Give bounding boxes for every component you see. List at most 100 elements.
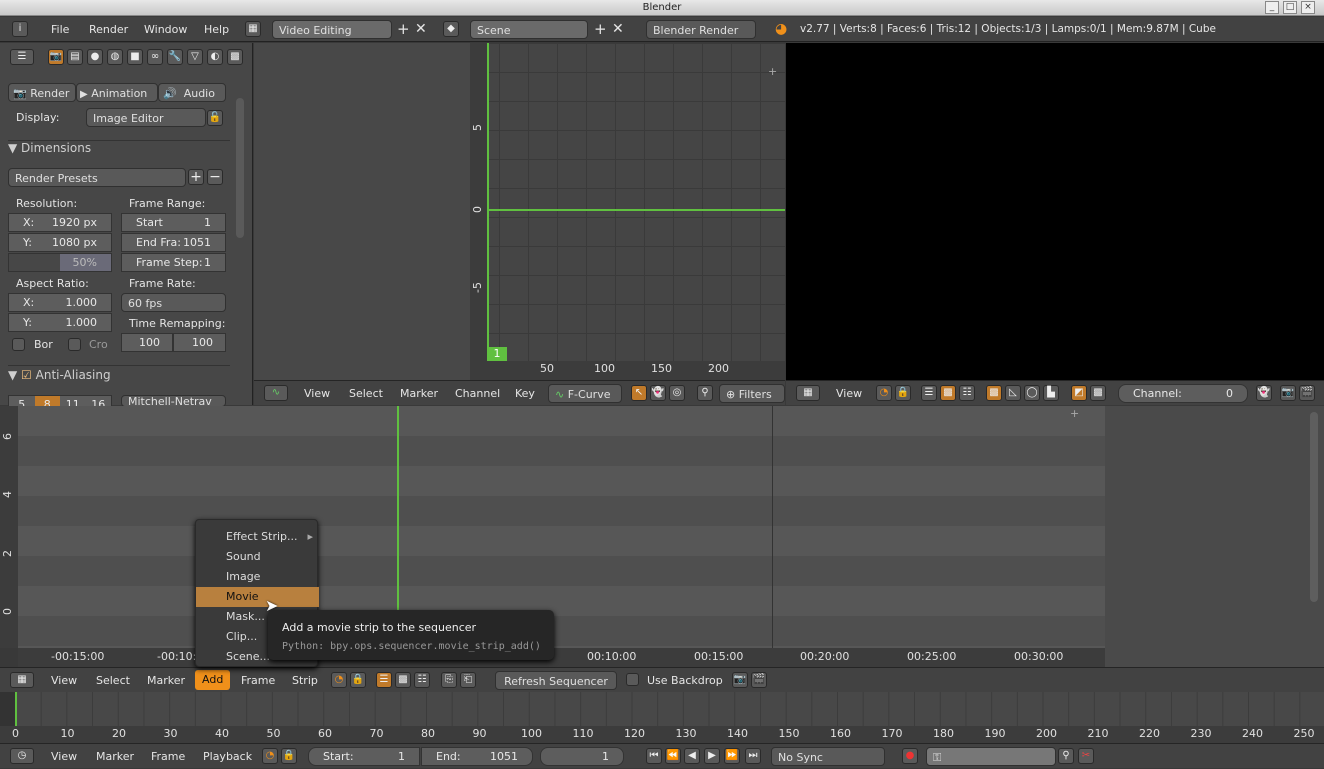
frame-step-field[interactable]: Frame Step: 1 [121,253,226,272]
render-still-icon[interactable]: 📷 [732,672,748,688]
only-errors-icon[interactable]: ◎ [669,385,685,401]
graph-region-expand-icon[interactable]: + [768,65,777,78]
seq-menu-marker[interactable]: Marker [147,668,185,693]
waveform-icon[interactable]: ◺ [1005,385,1021,401]
show-hidden-icon[interactable]: 👻 [650,385,666,401]
sequencer-right-scrollbar[interactable] [1310,412,1318,602]
sequencer-editor-type-icon[interactable]: ▦ [10,672,34,688]
aa-5[interactable]: 5 [9,396,35,406]
aa-8[interactable]: 8 [34,396,60,406]
record-icon[interactable]: ● [902,748,918,764]
graph-editor-canvas[interactable]: 5 0 -5 1 50 100 150 200 + [470,43,785,380]
start-frame-field[interactable]: Start: 1 [308,747,420,766]
render-presets-select[interactable]: Render Presets [8,168,186,187]
audio-button[interactable]: 🔊 Audio [158,83,226,102]
dimensions-panel-header[interactable]: ▼ Dimensions [8,140,230,155]
next-keyframe-icon[interactable]: ⏩ [724,748,740,764]
timeline-editor-type-icon[interactable]: ◷ [10,748,34,764]
delete-screen-button[interactable]: ✕ [415,17,427,42]
graph-mode-select[interactable]: ∿ F-Curve [548,384,622,403]
delete-keyframe-icon[interactable]: ✂ [1078,748,1094,764]
aspect-y-field[interactable]: Y: 1.000 [8,313,112,332]
safe-areas-icon[interactable]: ◩ [1071,385,1087,401]
graph-menu-key[interactable]: Key [515,381,535,406]
render-animation-icon[interactable]: 🎬 [1299,385,1315,401]
scene-selector[interactable]: Scene [470,20,588,39]
animation-button[interactable]: ▶ Animation [76,83,158,102]
seq-menu-frame[interactable]: Frame [241,668,275,693]
view-both-icon[interactable]: ☷ [959,385,975,401]
material-tab-icon[interactable]: ◐ [207,49,223,65]
lock-icon[interactable]: 🔒 [350,672,366,688]
render-engine-select[interactable]: Blender Render [646,20,756,39]
menu-render[interactable]: Render [89,17,128,42]
only-selected-icon[interactable]: ↖ [631,385,647,401]
crop-checkbox[interactable] [68,338,81,351]
sequencer-preview-type-icon[interactable]: ▦ [796,385,820,401]
constraints-tab-icon[interactable]: ∞ [147,49,163,65]
graph-menu-select[interactable]: Select [349,381,383,406]
refresh-sequencer-button[interactable]: Refresh Sequencer [495,671,617,690]
maximize-button[interactable]: □ [1283,1,1297,14]
timeline-ruler[interactable]: 0 10 20 30 40 50 60 70 80 90 100 110 120 130 140 150 160… [0,726,1324,743]
border-checkbox[interactable] [12,338,25,351]
seq-menu-strip[interactable]: Strip [292,668,318,693]
aa-11[interactable]: 11 [60,396,86,406]
lock-icon[interactable]: 🔓 [207,110,223,126]
graph-menu-view[interactable]: View [304,381,330,406]
end-frame-field[interactable]: End Fra: 1051 [121,233,226,252]
menu-window[interactable]: Window [144,17,187,42]
remove-preset-button[interactable]: − [207,169,223,185]
current-frame-field[interactable]: 1 [540,747,624,766]
render-animation-icon[interactable]: 🎬 [751,672,767,688]
time-remap-old-field[interactable]: 100 [121,333,173,352]
render-layers-tab-icon[interactable]: ▤ [67,49,83,65]
sequencer-strip-area[interactable]: + [18,406,1105,648]
seq-menu-select[interactable]: Select [96,668,130,693]
frame-rate-select[interactable]: 60 fps [121,293,226,312]
minimize-button[interactable]: _ [1265,1,1279,14]
seq-menu-view[interactable]: View [51,668,77,693]
filters-button[interactable]: ⊕ Filters [719,384,785,403]
insert-keyframe-icon[interactable]: ⚲ [1058,748,1074,764]
search-icon[interactable]: ⚲ [697,385,713,401]
start-frame-field[interactable]: Start Frame:1 [121,213,226,246]
data-tab-icon[interactable]: ▽ [187,49,203,65]
display-select[interactable]: Image Editor [86,108,206,127]
menu-file[interactable]: File [51,17,69,42]
jump-end-icon[interactable]: ⏭ [745,748,761,764]
paste-icon[interactable]: ⎗ [460,672,476,688]
sync-mode-select[interactable]: No Sync [771,747,885,766]
render-still-icon[interactable]: 📷 [1280,385,1296,401]
display-image-icon[interactable]: ▩ [986,385,1002,401]
info-editor-icon[interactable]: i [12,21,28,37]
graph-editor-type-icon[interactable]: ∿ [264,385,288,401]
texture-tab-icon[interactable]: ▩ [227,49,243,65]
play-reverse-icon[interactable]: ◀ [684,748,700,764]
use-backdrop-checkbox[interactable] [626,673,639,686]
menu-item-effect-strip[interactable]: Effect Strip... ▸ [196,527,319,547]
tl-menu-playback[interactable]: Playback [203,744,252,769]
scene-icon[interactable]: ◆ [443,21,459,37]
modifiers-tab-icon[interactable]: 🔧 [167,49,183,65]
image-editor-canvas[interactable] [786,43,1324,380]
histogram-icon[interactable]: ▙ [1043,385,1059,401]
lock-icon[interactable]: 🔒 [281,748,297,764]
editor-type-icon[interactable]: ☰ [10,49,34,65]
prev-keyframe-icon[interactable]: ⏪ [665,748,681,764]
tl-menu-view[interactable]: View [51,744,77,769]
jump-start-icon[interactable]: ⏮ [646,748,662,764]
time-remap-new-field[interactable]: 100 [173,333,226,352]
timeline-playhead[interactable] [15,692,17,726]
sequencer-region-expand-icon[interactable]: + [1070,407,1079,420]
resolution-x-field[interactable]: X: 1920 px [8,213,112,232]
play-icon[interactable]: ▶ [704,748,720,764]
menu-item-image[interactable]: Image [196,567,319,587]
scene-clock-icon[interactable]: ◔ [876,385,892,401]
menu-item-sound[interactable]: Sound [196,547,319,567]
world-tab-icon[interactable]: ◍ [107,49,123,65]
anti-aliasing-panel-header[interactable]: ▼ ☑ Anti-Aliasing [8,365,230,382]
seq-menu-add[interactable]: Add [195,670,231,690]
graph-menu-marker[interactable]: Marker [400,381,438,406]
aspect-x-field[interactable]: X: 1.000 [8,293,112,312]
